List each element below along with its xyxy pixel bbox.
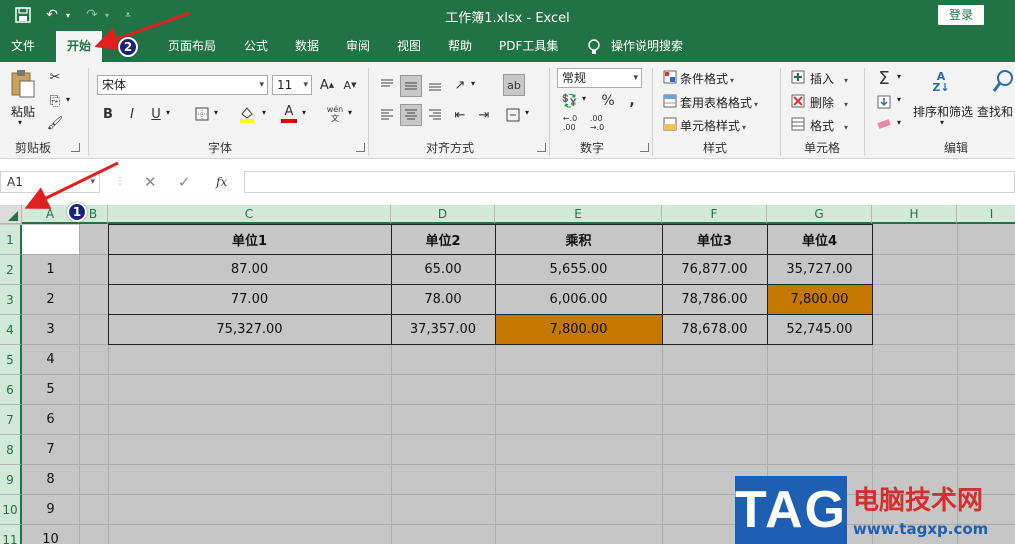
arrow-to-home-tab: [94, 11, 191, 51]
step-1-badge: 1: [67, 202, 87, 222]
watermark: TAG 电脑技术网 www.tagxp.com: [735, 476, 1015, 544]
watermark-url: www.tagxp.com: [853, 520, 989, 538]
watermark-title: 电脑技术网: [853, 486, 984, 516]
arrow-to-select-all: [24, 161, 119, 209]
step-2-badge: 2: [118, 37, 138, 57]
annotation-arrows: [24, 11, 191, 209]
watermark-logo: TAG: [735, 476, 847, 544]
